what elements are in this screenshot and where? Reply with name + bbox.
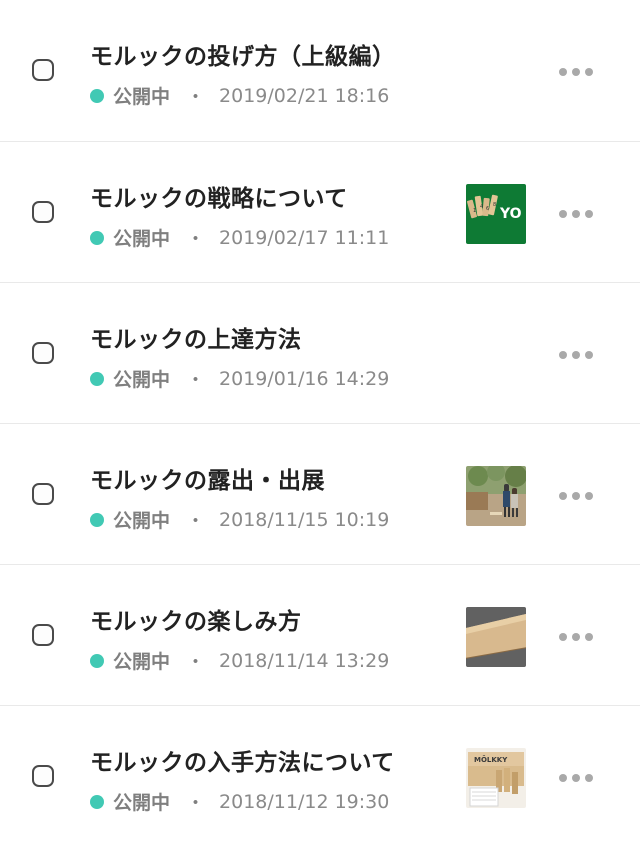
checkbox-icon[interactable] — [32, 342, 54, 364]
molkky-box-photo: MÖLKKY — [466, 748, 526, 808]
svg-text:8: 8 — [493, 202, 496, 208]
wooden-stick-photo — [466, 607, 526, 667]
article-meta: 公開中 ・ 2018/11/14 13:29 — [90, 647, 389, 674]
article-row[interactable]: モルックの露出・出展 公開中 ・ 2018/11/15 10:19 — [0, 424, 640, 565]
svg-text:MÖLKKY: MÖLKKY — [474, 755, 508, 764]
article-list: モルックの投げ方（上級編） 公開中 ・ 2019/02/21 18:16 モルッ… — [0, 0, 640, 842]
article-title[interactable]: モルックの上達方法 — [90, 320, 302, 354]
meta-separator: ・ — [186, 510, 206, 532]
article-meta: 公開中 ・ 2018/11/12 19:30 — [90, 788, 389, 815]
article-title[interactable]: モルックの露出・出展 — [90, 461, 325, 495]
meta-separator: ・ — [186, 228, 206, 250]
meta-separator: ・ — [186, 369, 206, 391]
article-row[interactable]: モルックの入手方法について 公開中 ・ 2018/11/12 19:30 MÖL… — [0, 706, 640, 842]
checkbox-icon[interactable] — [32, 59, 54, 81]
article-meta: 公開中 ・ 2018/11/15 10:19 — [90, 506, 389, 533]
published-date: 2019/02/21 18:16 — [219, 84, 390, 107]
more-options-icon[interactable] — [559, 632, 593, 642]
article-title[interactable]: モルックの投げ方（上級編） — [90, 37, 396, 71]
status-label: 公開中 — [113, 228, 171, 250]
status-dot-icon — [90, 88, 104, 103]
svg-text:6: 6 — [486, 206, 489, 212]
more-options-icon[interactable] — [559, 67, 593, 77]
status-label: 公開中 — [113, 86, 171, 108]
molkky-logo-thumbnail: 1 4 6 8 YO — [466, 184, 526, 244]
article-title[interactable]: モルックの戦略について — [90, 179, 348, 213]
status-label: 公開中 — [113, 792, 171, 814]
status-label: 公開中 — [113, 369, 171, 391]
status-dot-icon — [90, 512, 104, 527]
published-date: 2019/01/16 14:29 — [219, 367, 390, 390]
meta-separator: ・ — [186, 792, 206, 814]
article-row[interactable]: モルックの投げ方（上級編） 公開中 ・ 2019/02/21 18:16 — [0, 0, 640, 142]
outdoor-event-photo — [466, 466, 526, 526]
more-options-icon[interactable] — [559, 773, 593, 783]
article-meta: 公開中 ・ 2019/02/21 18:16 — [90, 82, 389, 109]
checkbox-icon[interactable] — [32, 624, 54, 646]
svg-text:YO: YO — [499, 206, 522, 222]
article-row[interactable]: モルックの楽しみ方 公開中 ・ 2018/11/14 13:29 — [0, 565, 640, 706]
meta-separator: ・ — [186, 651, 206, 673]
more-options-icon[interactable] — [559, 350, 593, 360]
article-thumbnail[interactable]: 1 4 6 8 YO — [466, 184, 526, 244]
published-date: 2019/02/17 11:11 — [219, 226, 390, 249]
article-thumbnail[interactable] — [466, 607, 526, 667]
more-options-icon[interactable] — [559, 209, 593, 219]
status-dot-icon — [90, 653, 104, 668]
status-dot-icon — [90, 794, 104, 809]
article-title[interactable]: モルックの楽しみ方 — [90, 602, 302, 636]
checkbox-icon[interactable] — [32, 201, 54, 223]
article-thumbnail[interactable]: MÖLKKY — [466, 748, 526, 808]
published-date: 2018/11/14 13:29 — [219, 649, 390, 672]
published-date: 2018/11/12 19:30 — [219, 790, 390, 813]
article-row[interactable]: モルックの戦略について 公開中 ・ 2019/02/17 11:11 1 4 6… — [0, 142, 640, 283]
status-label: 公開中 — [113, 651, 171, 673]
article-meta: 公開中 ・ 2019/01/16 14:29 — [90, 365, 389, 392]
status-dot-icon — [90, 230, 104, 245]
article-thumbnail[interactable] — [466, 466, 526, 526]
article-title[interactable]: モルックの入手方法について — [90, 743, 395, 777]
article-meta: 公開中 ・ 2019/02/17 11:11 — [90, 224, 389, 251]
status-label: 公開中 — [113, 510, 171, 532]
more-options-icon[interactable] — [559, 491, 593, 501]
checkbox-icon[interactable] — [32, 765, 54, 787]
meta-separator: ・ — [186, 86, 206, 108]
svg-text:4: 4 — [480, 204, 483, 210]
article-row[interactable]: モルックの上達方法 公開中 ・ 2019/01/16 14:29 — [0, 283, 640, 424]
status-dot-icon — [90, 371, 104, 386]
svg-text:1: 1 — [473, 208, 476, 214]
published-date: 2018/11/15 10:19 — [219, 508, 390, 531]
checkbox-icon[interactable] — [32, 483, 54, 505]
